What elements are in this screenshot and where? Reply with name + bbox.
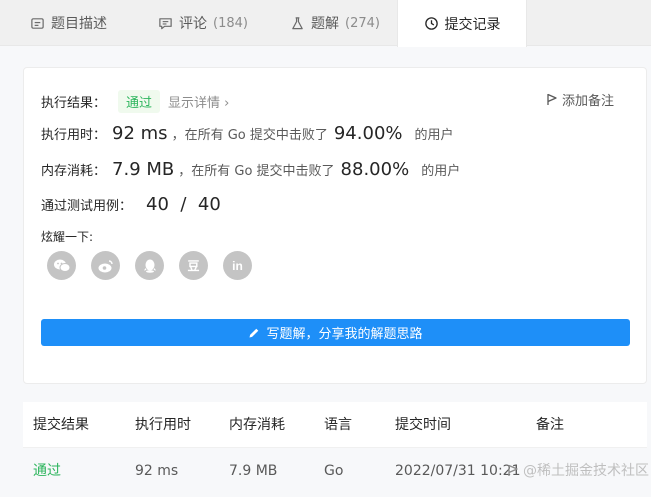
result-row: 执行结果： 通过 显示详情 › bbox=[41, 90, 229, 113]
document-icon bbox=[31, 17, 44, 29]
row-submitted: 2022/07/31 10:21 bbox=[395, 463, 521, 479]
watermark-text: @稀土掘金技术社区 bbox=[523, 463, 649, 479]
tab-solutions[interactable]: 题解 (274) bbox=[290, 0, 380, 46]
header-note: 备注 bbox=[536, 417, 564, 433]
add-note-button[interactable]: 添加备注 bbox=[546, 90, 614, 109]
douban-glyph: 豆 bbox=[187, 259, 200, 273]
flag-icon bbox=[547, 93, 557, 105]
share-label: 炫耀一下: bbox=[41, 230, 94, 244]
write-solution-button[interactable]: 写题解，分享我的解题思路 bbox=[41, 319, 630, 346]
runtime-label: 执行用时： bbox=[41, 128, 107, 143]
tab-label: 评论 bbox=[179, 16, 207, 32]
tab-bar: 题目描述 评论 (184) 题解 (274) 提交记录 bbox=[0, 0, 651, 47]
header-memory: 内存消耗 bbox=[229, 417, 285, 433]
share-row: 炫耀一下: bbox=[41, 228, 93, 245]
testcases-row: 通过测试用例： 40 / 40 bbox=[41, 194, 221, 215]
tab-count: (274) bbox=[345, 15, 380, 31]
memory-suffix: 的用户 bbox=[421, 164, 461, 179]
runtime-percent: 94.00% bbox=[333, 123, 403, 144]
flask-icon bbox=[292, 16, 303, 29]
runtime-middle-text: ，在所有 Go 提交中击败了 bbox=[171, 128, 328, 143]
runtime-row: 执行用时： 92 ms ，在所有 Go 提交中击败了 94.00% 的用户 bbox=[41, 123, 454, 144]
result-label: 执行结果： bbox=[41, 96, 107, 111]
row-runtime: 92 ms bbox=[135, 463, 179, 479]
testcases-value: 40 / 40 bbox=[146, 194, 221, 215]
memory-row: 内存消耗： 7.9 MB ，在所有 Go 提交中击败了 88.00% 的用户 bbox=[41, 159, 460, 180]
memory-value: 7.9 MB bbox=[112, 159, 175, 180]
tab-label: 提交记录 bbox=[444, 16, 501, 33]
qq-icon[interactable] bbox=[135, 251, 164, 280]
tab-count: (184) bbox=[213, 15, 248, 31]
show-details-link[interactable]: 显示详情 › bbox=[168, 92, 229, 111]
header-submitted: 提交时间 bbox=[395, 417, 451, 433]
testcases-label: 通过测试用例： bbox=[41, 199, 133, 214]
clock-icon bbox=[424, 17, 438, 30]
weibo-glyph bbox=[98, 259, 113, 272]
douban-icon[interactable]: 豆 bbox=[179, 251, 208, 280]
linkedin-icon[interactable]: in bbox=[223, 251, 252, 280]
tab-label: 题解 bbox=[311, 16, 339, 32]
flag-icon bbox=[508, 464, 518, 476]
watermark: @稀土掘金技术社区 bbox=[507, 460, 649, 480]
add-note-label: 添加备注 bbox=[561, 94, 614, 109]
write-solution-label: 写题解，分享我的解题思路 bbox=[266, 327, 423, 342]
result-card: 执行结果： 通过 显示详情 › 添加备注 执行用时： 92 ms ，在所有 Go… bbox=[23, 67, 647, 384]
tab-comments[interactable]: 评论 (184) bbox=[158, 0, 248, 46]
memory-percent: 88.00% bbox=[340, 159, 410, 180]
header-language: 语言 bbox=[324, 417, 352, 433]
tab-label: 题目描述 bbox=[51, 16, 107, 32]
comment-icon bbox=[159, 17, 172, 29]
row-result[interactable]: 通过 bbox=[33, 448, 61, 494]
tab-submissions[interactable]: 提交记录 bbox=[397, 0, 527, 47]
table-header: 提交结果 执行用时 内存消耗 语言 提交时间 备注 bbox=[23, 402, 647, 448]
wechat-icon[interactable] bbox=[47, 251, 76, 280]
tab-description[interactable]: 题目描述 bbox=[30, 0, 107, 46]
row-language: Go bbox=[324, 463, 344, 479]
submissions-table: 提交结果 执行用时 内存消耗 语言 提交时间 备注 通过 92 ms 7.9 M… bbox=[23, 402, 647, 494]
memory-middle-text: ，在所有 Go 提交中击败了 bbox=[178, 164, 335, 179]
runtime-value: 92 ms bbox=[112, 123, 168, 144]
weibo-icon[interactable] bbox=[91, 251, 120, 280]
runtime-suffix: 的用户 bbox=[414, 128, 454, 143]
qq-glyph bbox=[143, 259, 156, 273]
status-badge: 通过 bbox=[118, 90, 161, 113]
memory-label: 内存消耗： bbox=[41, 164, 107, 179]
linkedin-glyph: in bbox=[232, 258, 243, 273]
header-result: 提交结果 bbox=[33, 417, 89, 433]
row-memory: 7.9 MB bbox=[229, 463, 278, 479]
pencil-icon bbox=[249, 328, 259, 337]
header-runtime: 执行用时 bbox=[135, 417, 191, 433]
wechat-glyph bbox=[53, 259, 70, 272]
